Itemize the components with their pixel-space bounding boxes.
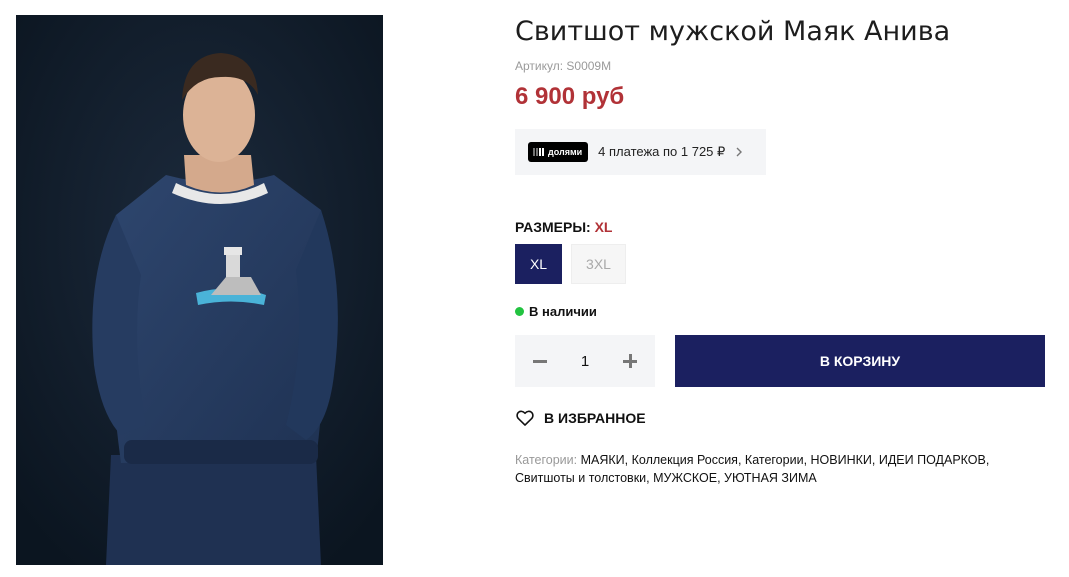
sizes-selected-value: XL <box>594 219 613 235</box>
size-option-xl[interactable]: XL <box>515 244 562 284</box>
dolyami-installments-button[interactable]: долями 4 платежа по 1 725 ₽ <box>515 129 766 175</box>
quantity-decrease-button[interactable] <box>533 354 547 368</box>
size-option-3xl[interactable]: 3XL <box>571 244 626 284</box>
product-price: 6 900 руб <box>515 83 625 110</box>
category-link-muzhskoe[interactable]: МУЖСКОЕ <box>653 471 717 485</box>
product-photo[interactable] <box>16 15 383 565</box>
category-link-kategorii[interactable]: Категории <box>745 453 804 467</box>
stock-status: В наличии <box>515 304 597 319</box>
heart-icon <box>516 410 534 426</box>
dolyami-badge: долями <box>528 142 589 162</box>
dolyami-badge-label: долями <box>548 147 583 157</box>
quantity-increase-button[interactable] <box>623 354 637 368</box>
dolyami-text: 4 платежа по 1 725 ₽ <box>598 144 726 159</box>
categories-label: Категории: <box>515 453 578 467</box>
sizes-heading: РАЗМЕРЫ: XL <box>515 219 612 235</box>
add-to-favorites-button[interactable]: В ИЗБРАННОЕ <box>515 408 646 428</box>
add-to-favorites-label: В ИЗБРАННОЕ <box>544 410 646 426</box>
quantity-input[interactable] <box>570 352 600 370</box>
category-link-idei-podarkov[interactable]: ИДЕИ ПОДАРКОВ <box>879 453 986 467</box>
product-title: Свитшот мужской Маяк Анива <box>515 16 951 47</box>
category-link-mayaki[interactable]: МАЯКИ <box>581 453 625 467</box>
category-link-svitshoty[interactable]: Свитшоты и толстовки <box>515 471 646 485</box>
chevron-right-icon <box>736 147 743 157</box>
stock-status-text: В наличии <box>529 304 597 319</box>
add-to-cart-button[interactable]: В КОРЗИНУ <box>675 335 1045 387</box>
product-sku: Артикул: S0009M <box>515 59 612 73</box>
quantity-stepper <box>515 335 655 387</box>
in-stock-dot-icon <box>515 307 524 316</box>
category-link-novinki[interactable]: НОВИНКИ <box>811 453 872 467</box>
dolyami-logo-icon <box>533 148 544 156</box>
category-link-kollektsiya-rossiya[interactable]: Коллекция Россия <box>632 453 738 467</box>
sizes-label: РАЗМЕРЫ: <box>515 219 591 235</box>
product-photo-illustration <box>16 15 383 565</box>
product-categories: Категории: МАЯКИ, Коллекция Россия, Кате… <box>515 453 990 485</box>
category-link-uyutnaya-zima[interactable]: УЮТНАЯ ЗИМА <box>724 471 817 485</box>
